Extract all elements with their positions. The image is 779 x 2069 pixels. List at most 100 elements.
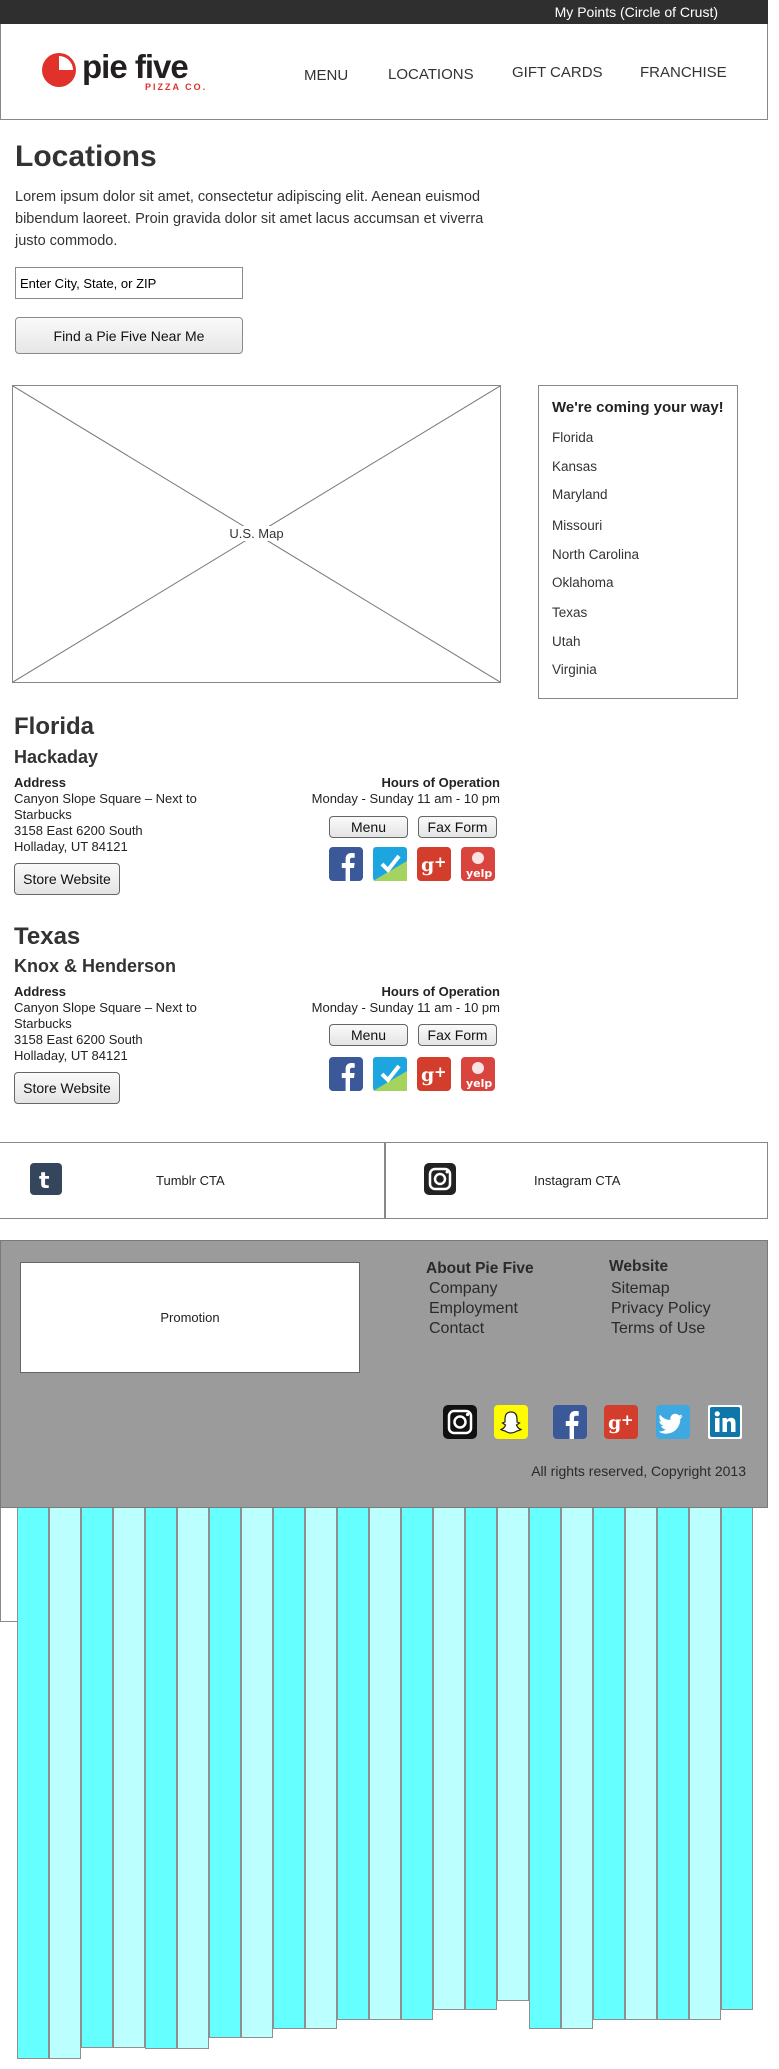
svg-text:+: + — [434, 853, 447, 871]
my-points-link[interactable]: My Points (Circle of Crust) — [555, 4, 718, 20]
decorative-bar — [625, 1508, 657, 2020]
address-line: 3158 East 6200 South — [14, 823, 143, 838]
decorative-bar — [433, 1508, 465, 2010]
decorative-bar — [113, 1508, 145, 2048]
nav-gift-cards[interactable]: GIFT CARDS — [512, 64, 603, 81]
store-name: Hackaday — [14, 747, 99, 767]
coming-state[interactable]: Maryland — [552, 487, 608, 502]
decorative-bar — [49, 1508, 81, 2059]
decorative-bar — [17, 1508, 49, 2059]
intro-text: Lorem ipsum dolor sit amet, consectetur … — [15, 189, 484, 249]
tumblr-cta-label: Tumblr CTA — [156, 1173, 225, 1188]
foursquare-icon[interactable] — [373, 1057, 407, 1091]
yelp-icon[interactable]: yelp — [461, 847, 495, 881]
region-heading: Texas — [14, 923, 81, 950]
linkedin-icon[interactable] — [708, 1405, 742, 1439]
menu-button[interactable]: Menu — [329, 1024, 408, 1046]
site-header: pie five PIZZA CO. MENU LOCATIONS GIFT C… — [0, 24, 768, 120]
promotion-box[interactable]: Promotion — [20, 1262, 360, 1373]
address-line: Canyon Slope Square – Next to Starbucks — [14, 1000, 197, 1031]
website-heading: Website — [609, 1258, 669, 1275]
coming-state[interactable]: Kansas — [552, 459, 597, 474]
page-title: Locations — [15, 140, 157, 173]
hours-text: Monday - Sunday 11 am - 10 pm — [311, 1000, 500, 1015]
hours-label: Hours of Operation — [381, 984, 500, 999]
yelp-icon[interactable]: yelp — [461, 1057, 495, 1091]
store-website-button[interactable]: Store Website — [14, 863, 120, 895]
decorative-bar — [273, 1508, 305, 2029]
store-address: Canyon Slope Square – Next to Starbucks … — [14, 791, 229, 855]
coming-soon-panel: We're coming your way! Florida Kansas Ma… — [538, 385, 738, 699]
twitter-icon[interactable] — [656, 1405, 690, 1439]
nav-menu[interactable]: MENU — [304, 67, 348, 84]
footer-link-sitemap[interactable]: Sitemap — [611, 1280, 670, 1298]
address-line: Canyon Slope Square – Next to Starbucks — [14, 791, 197, 822]
decorative-bar — [593, 1508, 625, 2020]
copyright: All rights reserved, Copyright 2013 — [531, 1463, 746, 1479]
store-name: Knox & Henderson — [14, 956, 177, 976]
coming-state[interactable]: Texas — [552, 605, 587, 620]
site-footer: Promotion About Pie Five Company Employm… — [0, 1240, 768, 1508]
decorative-bar — [657, 1508, 689, 2020]
nav-locations[interactable]: LOCATIONS — [388, 66, 474, 83]
top-bar: My Points (Circle of Crust) — [0, 0, 768, 24]
tumblr-icon: t — [30, 1163, 62, 1195]
coming-state[interactable]: Utah — [552, 634, 581, 649]
svg-text:yelp: yelp — [466, 867, 492, 880]
menu-button[interactable]: Menu — [329, 816, 408, 838]
snapchat-icon[interactable] — [494, 1405, 528, 1439]
google-plus-icon[interactable]: g + — [417, 847, 451, 881]
decorative-bar — [209, 1508, 241, 2038]
instagram-cta[interactable]: Instagram CTA — [385, 1142, 768, 1219]
coming-state[interactable]: Missouri — [552, 518, 602, 533]
nav-franchise[interactable]: FRANCHISE — [640, 64, 727, 81]
hours-label: Hours of Operation — [381, 775, 500, 790]
decorative-bar — [401, 1508, 433, 2020]
footer-link-company[interactable]: Company — [429, 1280, 497, 1298]
footer-link-contact[interactable]: Contact — [429, 1320, 484, 1338]
address-line: 3158 East 6200 South — [14, 1032, 143, 1047]
svg-text:yelp: yelp — [466, 1077, 492, 1090]
address-line: Holladay, UT 84121 — [14, 839, 128, 854]
about-heading: About Pie Five — [426, 1260, 534, 1277]
us-map[interactable]: U.S. Map — [12, 385, 501, 683]
footer-link-employment[interactable]: Employment — [429, 1300, 518, 1318]
promotion-label: Promotion — [160, 1310, 220, 1325]
logo[interactable]: pie five PIZZA CO. — [41, 48, 211, 98]
facebook-icon[interactable] — [553, 1405, 587, 1439]
find-near-me-button[interactable]: Find a Pie Five Near Me — [15, 317, 243, 354]
svg-text:g: g — [421, 1064, 434, 1086]
coming-state[interactable]: Oklahoma — [552, 575, 614, 590]
coming-state[interactable]: Florida — [552, 430, 593, 445]
decorative-bar — [81, 1508, 113, 2048]
decorative-bar — [305, 1508, 337, 2029]
tumblr-cta[interactable]: t Tumblr CTA — [0, 1142, 385, 1219]
coming-state[interactable]: Virginia — [552, 662, 597, 677]
decorative-bar — [369, 1508, 401, 2020]
svg-text:t: t — [39, 1169, 50, 1194]
decorative-bar — [145, 1508, 177, 2049]
store-website-button[interactable]: Store Website — [14, 1072, 120, 1104]
google-plus-icon[interactable]: g + — [417, 1057, 451, 1091]
facebook-icon[interactable] — [329, 1057, 363, 1091]
footer-link-privacy[interactable]: Privacy Policy — [611, 1300, 711, 1318]
address-line: Holladay, UT 84121 — [14, 1048, 128, 1063]
fax-form-button[interactable]: Fax Form — [418, 816, 497, 838]
instagram-cta-label: Instagram CTA — [534, 1173, 621, 1188]
instagram-icon[interactable] — [443, 1405, 477, 1439]
foursquare-icon[interactable] — [373, 847, 407, 881]
decorative-bar — [721, 1508, 753, 2010]
hours-text: Monday - Sunday 11 am - 10 pm — [311, 791, 500, 806]
google-plus-icon[interactable]: g + — [604, 1405, 638, 1439]
footer-link-terms[interactable]: Terms of Use — [611, 1320, 705, 1338]
decorative-bar — [561, 1508, 593, 2029]
location-search-input[interactable] — [15, 267, 243, 299]
facebook-icon[interactable] — [329, 847, 363, 881]
fax-form-button[interactable]: Fax Form — [418, 1024, 497, 1046]
svg-text:+: + — [621, 1411, 634, 1429]
address-label: Address — [14, 984, 67, 999]
decorative-bar — [529, 1508, 561, 2029]
coming-state[interactable]: North Carolina — [552, 547, 639, 562]
decorative-bar — [177, 1508, 209, 2049]
region-heading: Florida — [14, 713, 95, 740]
